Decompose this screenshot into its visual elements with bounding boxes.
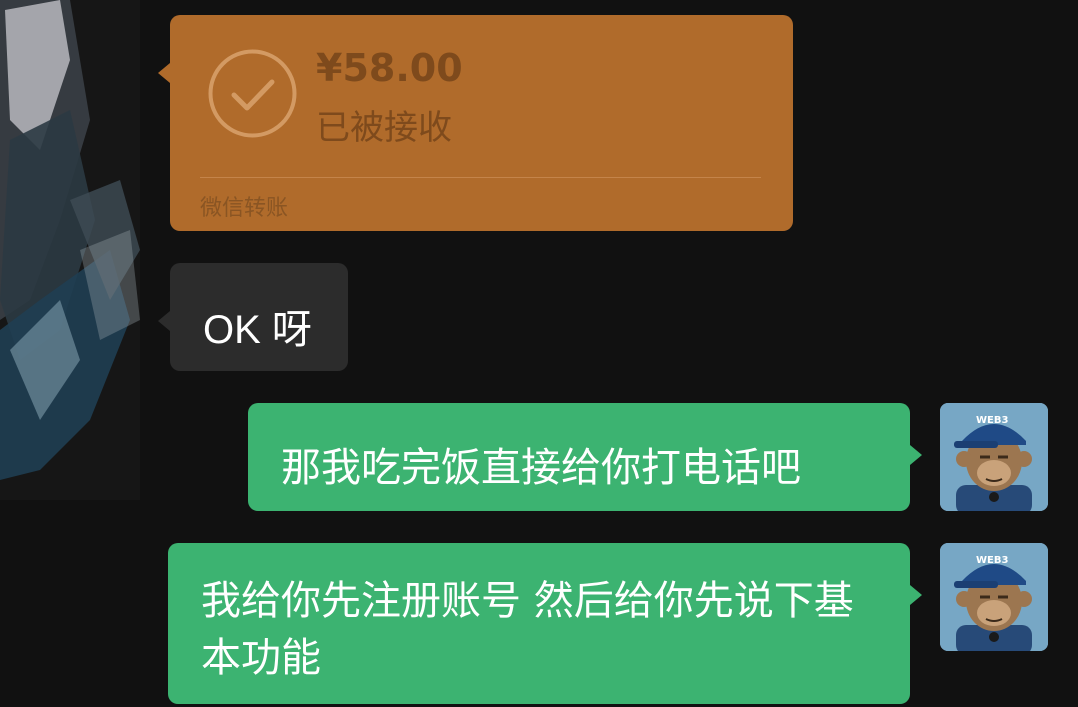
check-circle-icon — [207, 48, 298, 139]
peer-avatar-image — [0, 0, 140, 500]
transfer-status: 已被接收 — [316, 108, 452, 148]
transfer-divider — [200, 177, 761, 178]
transfer-amount: ¥58.00 — [316, 46, 463, 90]
avatar-cap-text: WEB3 — [976, 415, 1009, 426]
self-avatar[interactable]: WEB3 — [940, 543, 1048, 651]
self-avatar[interactable]: WEB3 — [940, 403, 1048, 511]
transfer-footer-label: 微信转账 — [200, 196, 289, 221]
outgoing-message[interactable]: 我给你先注册账号 然后给你先说下基本功能 — [168, 543, 922, 704]
peer-avatar[interactable] — [0, 0, 140, 500]
avatar-cap-text: WEB3 — [976, 555, 1009, 566]
outgoing-message-text: 我给你先注册账号 然后给你先说下基本功能 — [201, 578, 854, 681]
outgoing-message-text: 那我吃完饭直接给你打电话吧 — [281, 445, 801, 491]
incoming-message[interactable]: OK 呀 — [158, 263, 348, 371]
incoming-message-text: OK 呀 — [203, 308, 312, 352]
outgoing-message[interactable]: 那我吃完饭直接给你打电话吧 — [248, 403, 922, 511]
